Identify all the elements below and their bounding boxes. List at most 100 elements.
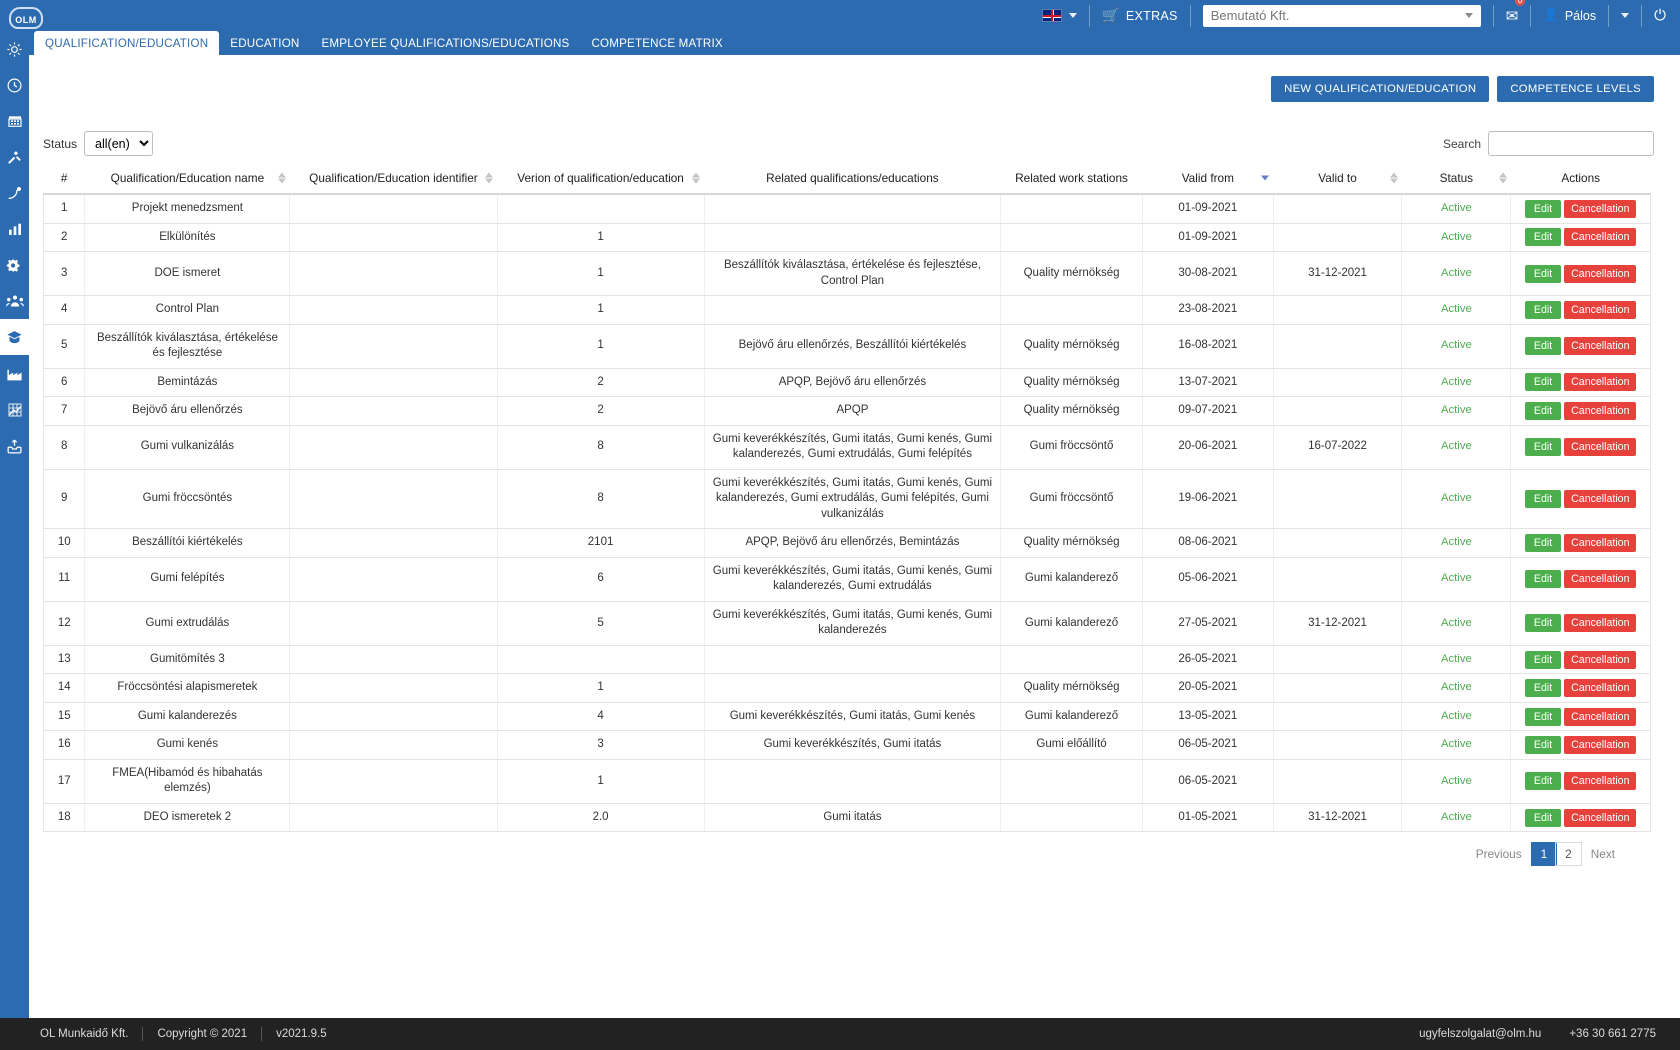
sidebar-item-sun[interactable] — [0, 31, 29, 67]
tab-employee-qualifications[interactable]: EMPLOYEE QUALIFICATIONS/EDUCATIONS — [311, 31, 581, 55]
competence-levels-button[interactable]: COMPETENCE LEVELS — [1497, 76, 1654, 102]
edit-button[interactable]: Edit — [1524, 228, 1562, 247]
col-identifier[interactable]: Qualification/Education identifier — [289, 163, 498, 195]
cancellation-button[interactable]: Cancellation — [1564, 300, 1637, 319]
messages-button[interactable]: ✉ 0 — [1506, 0, 1526, 31]
row-valid-from: 20-05-2021 — [1141, 673, 1274, 703]
edit-button[interactable]: Edit — [1524, 679, 1562, 698]
sidebar-item-settings[interactable] — [0, 247, 29, 283]
cancellation-button[interactable]: Cancellation — [1564, 337, 1637, 356]
pagination-page-2[interactable]: 2 — [1555, 842, 1582, 866]
row-valid-to — [1272, 759, 1402, 804]
divider — [1641, 4, 1643, 27]
edit-button[interactable]: Edit — [1524, 533, 1562, 552]
pagination-page-1[interactable]: 1 — [1530, 842, 1558, 866]
edit-button[interactable]: Edit — [1524, 772, 1562, 791]
pagination-next[interactable]: Next — [1581, 842, 1625, 866]
edit-button[interactable]: Edit — [1524, 650, 1562, 669]
sort-indicator[interactable] — [1389, 172, 1398, 184]
row-work-stations — [1000, 759, 1143, 804]
new-qualification-button[interactable]: NEW QUALIFICATION/EDUCATION — [1271, 76, 1490, 102]
extras-button[interactable]: 🛒 EXTRAS — [1102, 0, 1178, 31]
cancellation-button[interactable]: Cancellation — [1564, 679, 1637, 698]
edit-button[interactable]: Edit — [1524, 489, 1562, 508]
edit-button[interactable]: Edit — [1524, 373, 1562, 392]
sidebar-item-bar-chart[interactable] — [0, 211, 29, 247]
sort-indicator[interactable] — [692, 172, 701, 184]
search-input[interactable] — [1488, 131, 1654, 156]
tab-competence-matrix[interactable]: COMPETENCE MATRIX — [580, 31, 733, 55]
cancellation-button[interactable]: Cancellation — [1564, 228, 1637, 247]
edit-button[interactable]: Edit — [1524, 438, 1562, 457]
cart-icon: 🛒 — [1102, 7, 1120, 23]
cancellation-button[interactable]: Cancellation — [1564, 373, 1637, 392]
cancellation-button[interactable]: Cancellation — [1564, 772, 1637, 791]
tab-label: QUALIFICATION/EDUCATION — [45, 36, 209, 50]
sort-indicator[interactable] — [277, 172, 286, 184]
tab-education[interactable]: EDUCATION — [219, 31, 310, 55]
sidebar-item-qualifications[interactable] — [0, 319, 29, 355]
row-related-qualifications: APQP, Bejövő áru ellenőrzés, Bemintázás — [703, 528, 1001, 558]
footer-email[interactable]: ugyfelszolgalat@olm.hu — [1419, 1028, 1541, 1040]
cancellation-button[interactable]: Cancellation — [1564, 533, 1637, 552]
sidebar-item-factory[interactable] — [0, 356, 29, 392]
sidebar-item-satellite[interactable] — [0, 175, 29, 211]
user-menu[interactable]: 👤 Pálos — [1543, 0, 1596, 31]
col-version[interactable]: Verion of qualification/education — [497, 163, 705, 195]
users-icon — [5, 295, 24, 307]
edit-button[interactable]: Edit — [1524, 736, 1562, 755]
cancellation-button[interactable]: Cancellation — [1564, 199, 1637, 218]
row-related-qualifications — [703, 193, 1001, 224]
col-valid-from[interactable]: Valid from — [1142, 163, 1274, 195]
col-index[interactable]: # — [43, 163, 85, 195]
cancellation-button[interactable]: Cancellation — [1564, 650, 1637, 669]
user-name: Pálos — [1564, 8, 1597, 23]
cancellation-button[interactable]: Cancellation — [1564, 707, 1637, 726]
cancellation-button[interactable]: Cancellation — [1564, 614, 1637, 633]
row-valid-to — [1272, 673, 1402, 703]
col-work-stations[interactable]: Related work stations — [1000, 163, 1143, 195]
row-related-qualifications: Gumi keverékkészítés, Gumi itatás, Gumi … — [703, 601, 1001, 646]
edit-button[interactable]: Edit — [1524, 300, 1562, 319]
cancellation-button[interactable]: Cancellation — [1564, 264, 1637, 283]
cancellation-button[interactable]: Cancellation — [1564, 808, 1637, 827]
edit-button[interactable]: Edit — [1524, 707, 1562, 726]
edit-button[interactable]: Edit — [1524, 570, 1562, 589]
language-selector[interactable] — [1042, 0, 1078, 31]
col-related-qualifications[interactable]: Related qualifications/educations — [704, 163, 1001, 195]
sort-indicator[interactable] — [1498, 172, 1507, 184]
edit-button[interactable]: Edit — [1524, 808, 1562, 827]
row-valid-to — [1272, 730, 1402, 760]
sidebar-item-inbox-upload[interactable] — [0, 428, 29, 464]
edit-button[interactable]: Edit — [1524, 614, 1562, 633]
tab-qualification-education[interactable]: QUALIFICATION/EDUCATION — [34, 31, 220, 55]
col-status[interactable]: Status — [1401, 163, 1511, 195]
sidebar-item-tools[interactable] — [0, 139, 29, 175]
row-valid-to — [1272, 368, 1402, 398]
edit-button[interactable]: Edit — [1524, 264, 1562, 283]
cancellation-button[interactable]: Cancellation — [1564, 489, 1637, 508]
sidebar-item-grid-chart[interactable] — [0, 392, 29, 428]
sort-indicator[interactable] — [485, 172, 494, 184]
cancellation-button[interactable]: Cancellation — [1564, 438, 1637, 457]
edit-button[interactable]: Edit — [1524, 199, 1562, 218]
col-name[interactable]: Qualification/Education name — [84, 163, 290, 195]
status-filter-select[interactable]: all(en) — [84, 131, 154, 156]
company-select[interactable]: Bemutató Kft. — [1202, 4, 1481, 27]
olm-logo[interactable]: OLM — [6, 3, 46, 29]
cancellation-button[interactable]: Cancellation — [1564, 401, 1637, 420]
sidebar-item-calendar[interactable] — [0, 103, 29, 139]
dropdown-toggle[interactable] — [1621, 0, 1630, 31]
sidebar-item-clock[interactable] — [0, 67, 29, 103]
row-actions: Edit Cancellation — [1510, 368, 1651, 398]
col-valid-to[interactable]: Valid to — [1273, 163, 1402, 195]
cancellation-button[interactable]: Cancellation — [1564, 570, 1637, 589]
logout-button[interactable]: ⏻ — [1654, 0, 1666, 31]
divider — [1608, 4, 1610, 27]
edit-button[interactable]: Edit — [1524, 401, 1562, 420]
pagination-previous[interactable]: Previous — [1466, 842, 1532, 866]
cancellation-button[interactable]: Cancellation — [1564, 736, 1637, 755]
edit-button[interactable]: Edit — [1524, 337, 1562, 356]
sort-indicator-active[interactable] — [1261, 175, 1270, 181]
sidebar-item-users[interactable] — [0, 283, 29, 319]
